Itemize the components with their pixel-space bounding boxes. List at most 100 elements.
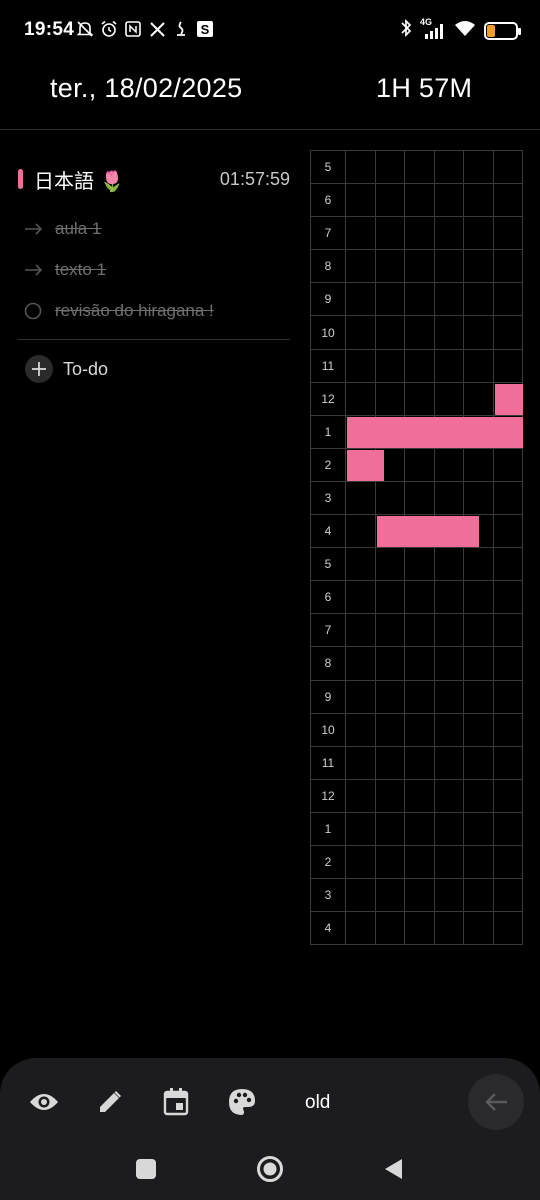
time-cell[interactable] (376, 713, 405, 746)
time-cell[interactable] (464, 845, 494, 879)
time-cell[interactable] (464, 316, 494, 349)
time-cell[interactable] (346, 382, 376, 415)
time-cell[interactable] (346, 250, 376, 283)
time-cell[interactable] (376, 779, 405, 812)
time-cell[interactable] (435, 316, 464, 349)
arrow-left-icon[interactable] (468, 1074, 524, 1130)
time-cell[interactable] (376, 217, 405, 250)
time-cell[interactable] (376, 184, 405, 217)
time-cell[interactable] (346, 581, 376, 614)
time-cell[interactable] (464, 680, 494, 713)
time-cell[interactable] (464, 548, 494, 581)
time-cell[interactable] (435, 382, 464, 415)
time-cell[interactable] (435, 713, 464, 746)
time-cell[interactable] (405, 581, 435, 614)
time-cell[interactable] (376, 912, 405, 945)
time-cell[interactable] (435, 812, 464, 845)
time-cell[interactable] (346, 548, 376, 581)
time-cell[interactable] (464, 812, 494, 845)
time-cell[interactable] (494, 316, 523, 349)
timeline-grid[interactable]: 5 6 7 8 9 10 11 12 1 2 3 4 5 6 7 8 9 10 11 12 1 2 3 4 (310, 150, 523, 946)
time-cell[interactable] (346, 713, 376, 746)
time-cell[interactable] (376, 647, 405, 680)
time-cell[interactable] (405, 680, 435, 713)
palette-icon[interactable] (226, 1086, 258, 1118)
eye-icon[interactable] (28, 1086, 60, 1118)
time-cell[interactable] (435, 746, 464, 779)
time-cell[interactable] (405, 779, 435, 812)
time-cell[interactable] (464, 647, 494, 680)
time-cell[interactable] (405, 548, 435, 581)
time-cell[interactable] (494, 481, 523, 515)
time-cell[interactable] (494, 349, 523, 382)
time-cell[interactable] (494, 746, 523, 779)
time-cell[interactable] (405, 349, 435, 382)
time-cell[interactable] (435, 845, 464, 879)
time-cell[interactable] (435, 250, 464, 283)
time-cell[interactable] (494, 151, 523, 184)
time-cell[interactable] (346, 515, 376, 548)
time-cell[interactable] (435, 680, 464, 713)
time-cell[interactable] (405, 151, 435, 184)
time-cell[interactable] (405, 316, 435, 349)
subtask-item[interactable]: texto 1 (18, 249, 290, 290)
time-cell[interactable] (376, 548, 405, 581)
time-block[interactable] (376, 516, 479, 548)
time-cell[interactable] (435, 647, 464, 680)
time-cell[interactable] (464, 912, 494, 945)
time-cell[interactable] (376, 812, 405, 845)
time-cell[interactable] (346, 614, 376, 647)
time-cell[interactable] (376, 382, 405, 415)
time-cell[interactable] (405, 283, 435, 316)
time-cell[interactable] (494, 614, 523, 647)
time-cell[interactable] (494, 647, 523, 680)
time-cell[interactable] (346, 349, 376, 382)
time-cell[interactable] (435, 349, 464, 382)
time-cell[interactable] (464, 713, 494, 746)
time-cell[interactable] (494, 548, 523, 581)
subtask-item[interactable]: aula 1 (18, 208, 290, 249)
time-cell[interactable] (464, 614, 494, 647)
time-cell[interactable] (346, 647, 376, 680)
time-cell[interactable] (346, 283, 376, 316)
time-cell[interactable] (494, 779, 523, 812)
time-cell[interactable] (494, 912, 523, 945)
time-cell[interactable] (464, 481, 494, 515)
time-cell[interactable] (435, 151, 464, 184)
time-block[interactable] (347, 416, 523, 448)
time-cell[interactable] (405, 713, 435, 746)
time-cell[interactable] (405, 812, 435, 845)
time-cell[interactable] (376, 151, 405, 184)
time-cell[interactable] (435, 448, 464, 481)
time-cell[interactable] (435, 184, 464, 217)
time-cell[interactable] (405, 481, 435, 515)
time-cell[interactable] (346, 879, 376, 912)
time-cell[interactable] (376, 746, 405, 779)
circle-checkbox-icon[interactable] (24, 302, 46, 320)
add-todo-button[interactable]: To-do (18, 340, 290, 398)
time-cell[interactable] (464, 382, 494, 415)
time-cell[interactable] (346, 845, 376, 879)
time-cell[interactable] (346, 680, 376, 713)
time-cell[interactable] (494, 217, 523, 250)
time-cell[interactable] (464, 151, 494, 184)
time-cell[interactable] (464, 448, 494, 481)
time-cell[interactable] (435, 217, 464, 250)
time-cell[interactable] (346, 812, 376, 845)
time-cell[interactable] (405, 845, 435, 879)
time-cell[interactable] (435, 912, 464, 945)
time-cell[interactable] (494, 713, 523, 746)
time-cell[interactable] (405, 746, 435, 779)
time-cell[interactable] (376, 283, 405, 316)
time-cell[interactable] (405, 448, 435, 481)
time-cell[interactable] (494, 250, 523, 283)
time-cell[interactable] (464, 779, 494, 812)
time-cell[interactable] (494, 515, 523, 548)
time-cell[interactable] (464, 879, 494, 912)
time-block[interactable] (494, 383, 523, 415)
time-cell[interactable] (494, 680, 523, 713)
time-cell[interactable] (464, 349, 494, 382)
time-cell[interactable] (376, 316, 405, 349)
time-cell[interactable] (405, 250, 435, 283)
time-cell[interactable] (494, 581, 523, 614)
